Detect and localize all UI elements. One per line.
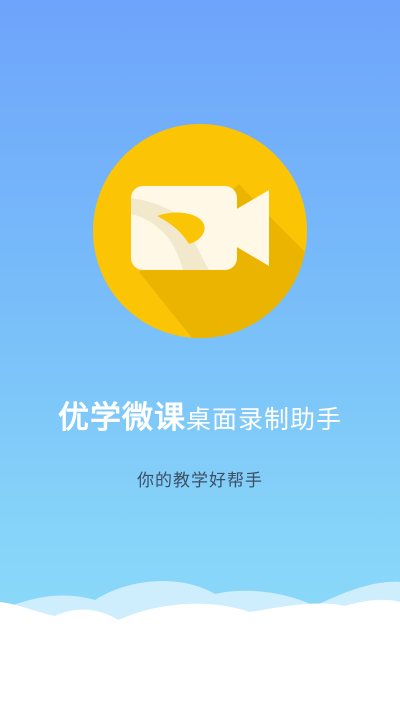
app-title: 优学微课桌面录制助手	[0, 392, 400, 437]
app-subtitle: 桌面录制助手	[185, 405, 342, 434]
app-name: 优学微课	[57, 400, 186, 436]
front-cloud	[0, 599, 400, 711]
cloud-decoration	[0, 581, 400, 711]
app-logo	[93, 124, 307, 338]
app-slogan: 你的教学好帮手	[137, 471, 263, 491]
splash-screen: 优学微课桌面录制助手 你的教学好帮手	[0, 0, 400, 711]
